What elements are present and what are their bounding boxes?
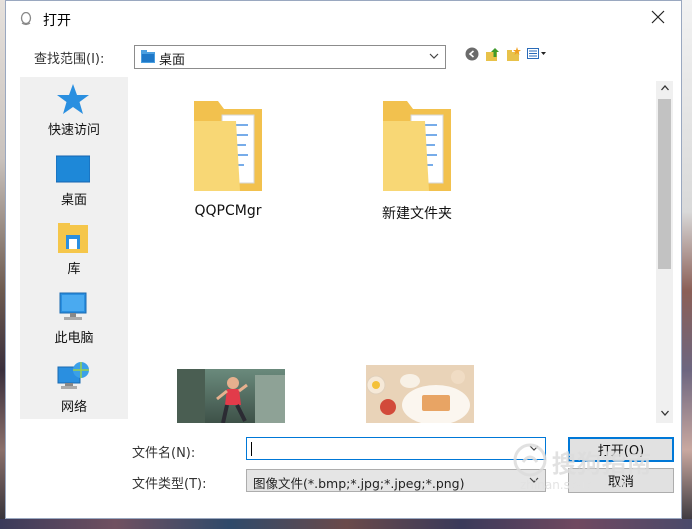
close-button[interactable]	[635, 1, 681, 37]
folder-icon	[347, 95, 487, 199]
scroll-thumb[interactable]	[658, 99, 671, 269]
folder-item-qqpcmgr[interactable]: QQPCMgr	[158, 95, 298, 219]
desktop-icon	[55, 152, 91, 186]
file-type-dropdown[interactable]: 图像文件(*.bmp;*.jpg;*.jpeg;*.png)	[246, 469, 546, 492]
chevron-down-icon	[660, 407, 670, 422]
image-item-runner[interactable]	[177, 369, 285, 423]
scroll-up-button[interactable]	[656, 81, 673, 98]
look-in-value: 桌面	[159, 53, 186, 68]
file-label: QQPCMgr	[194, 203, 262, 219]
new-folder-icon	[506, 46, 521, 66]
dialog-title: 打开	[43, 13, 71, 29]
file-type-label: 文件类型(T):	[132, 477, 207, 492]
star-icon	[56, 82, 90, 116]
chevron-down-icon	[427, 49, 441, 67]
place-quick-access[interactable]: 快速访问	[20, 77, 128, 143]
new-folder-button[interactable]	[505, 46, 522, 66]
chevron-up-icon	[660, 82, 670, 97]
open-button[interactable]: 打开(O)	[568, 437, 674, 462]
back-button[interactable]	[463, 47, 480, 65]
title-bar[interactable]: 打开	[6, 1, 681, 37]
text-caret	[251, 442, 252, 456]
back-icon	[465, 47, 479, 65]
file-name-label: 文件名(N):	[132, 446, 196, 461]
place-label: 库	[67, 262, 81, 277]
background-bottom	[0, 519, 692, 529]
view-list-icon	[527, 47, 547, 65]
network-icon	[56, 359, 90, 393]
file-type-value: 图像文件(*.bmp;*.jpg;*.jpeg;*.png)	[253, 476, 465, 491]
chevron-down-icon[interactable]	[527, 441, 541, 459]
qq-app-icon	[20, 11, 32, 26]
vertical-scrollbar[interactable]	[656, 81, 673, 423]
folder-item-new-folder[interactable]: 新建文件夹	[347, 95, 487, 223]
view-menu-button[interactable]	[526, 48, 548, 65]
navigation-toolbar	[463, 46, 548, 66]
place-label: 快速访问	[47, 123, 100, 138]
library-icon	[56, 221, 90, 255]
look-in-dropdown[interactable]: 桌面	[134, 45, 446, 69]
background-right	[682, 0, 692, 529]
place-label: 此电脑	[54, 331, 94, 346]
place-network[interactable]: 网络	[20, 354, 128, 420]
file-list: QQPCMgr 新建文件夹	[129, 81, 656, 423]
up-folder-icon	[485, 47, 500, 66]
breakfast-photo-thumbnail	[366, 365, 474, 423]
file-label: 新建文件夹	[382, 206, 452, 222]
image-item-breakfast[interactable]	[366, 365, 474, 423]
cancel-button[interactable]: 取消	[568, 468, 674, 493]
places-bar: 快速访问 桌面 库 此电脑 网络	[20, 77, 128, 419]
place-this-pc[interactable]: 此电脑	[20, 285, 128, 351]
computer-icon	[56, 290, 90, 324]
close-icon	[651, 10, 665, 28]
place-desktop[interactable]: 桌面	[20, 147, 128, 213]
look-in-label: 查找范围(I):	[34, 52, 105, 67]
place-label: 网络	[60, 400, 87, 415]
place-label: 桌面	[60, 193, 87, 208]
file-name-input[interactable]	[246, 437, 546, 460]
folder-icon	[158, 95, 298, 199]
up-folder-button[interactable]	[484, 47, 501, 66]
desktop-folder-icon	[141, 50, 155, 67]
open-file-dialog: 打开 查找范围(I): 桌面 快速访问 桌面 库 此电脑 网络 QQPCMgr …	[5, 0, 682, 519]
runner-photo-thumbnail	[177, 369, 285, 423]
chevron-down-icon	[527, 473, 541, 491]
place-library[interactable]: 库	[20, 216, 128, 282]
scroll-down-button[interactable]	[656, 406, 673, 423]
